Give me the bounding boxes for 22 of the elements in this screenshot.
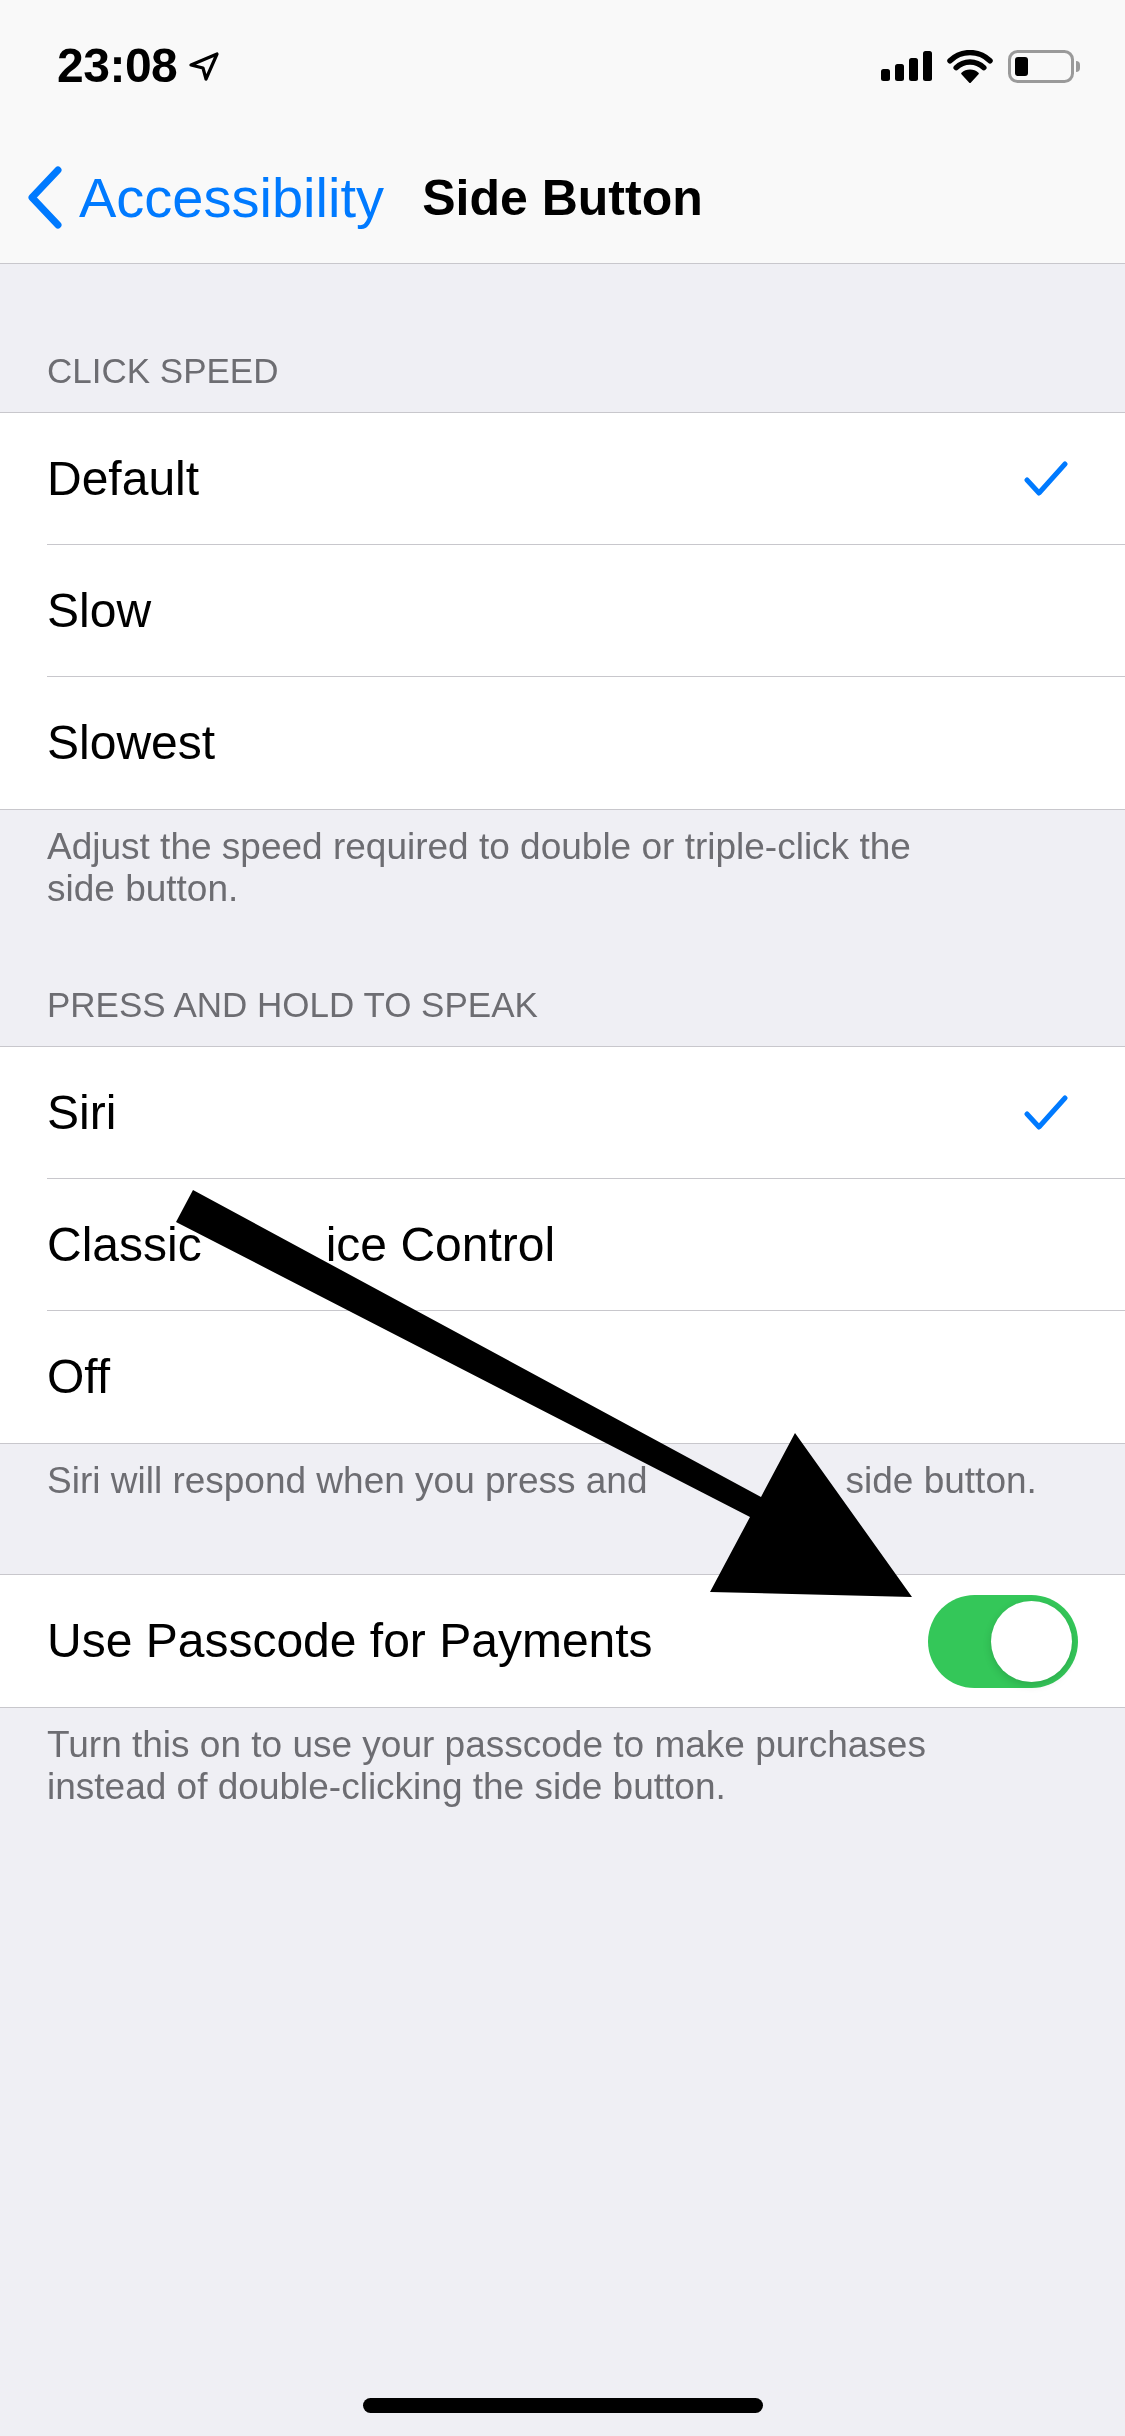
checkmark-icon [1024, 460, 1068, 497]
section-header: PRESS AND HOLD TO SPEAK [46, 984, 539, 1026]
section-header: CLICK SPEED [46, 350, 280, 392]
option-row[interactable]: Slow [0, 545, 1125, 677]
wifi-icon [947, 49, 993, 83]
back-button[interactable]: Accessibility [0, 164, 384, 231]
setting-label: Use Passcode for Payments [47, 1613, 653, 1669]
section-footer: side button. [845, 1460, 1037, 1502]
screen-title: Side Button [422, 168, 703, 228]
option-row[interactable]: Off [0, 1311, 1125, 1443]
option-row[interactable]: Default [0, 413, 1125, 545]
section-footer: Siri will respond when you press and [47, 1460, 648, 1502]
signal-icon [881, 51, 932, 81]
option-row[interactable]: Siri [0, 1047, 1125, 1179]
chevron-left-icon [27, 166, 63, 229]
checkmark-icon [1024, 1094, 1068, 1131]
option-row[interactable]: Slowest [0, 677, 1125, 809]
status-time: 23:08 [57, 41, 178, 91]
section-footer: Adjust the speed required to double or triple-click the side button. [0, 810, 1004, 910]
location-arrow-icon [189, 51, 220, 81]
section-footer: Turn this on to use your passcode to make purchases instead of double-clicking the side button. [0, 1708, 1004, 1808]
battery-icon [1008, 49, 1081, 83]
